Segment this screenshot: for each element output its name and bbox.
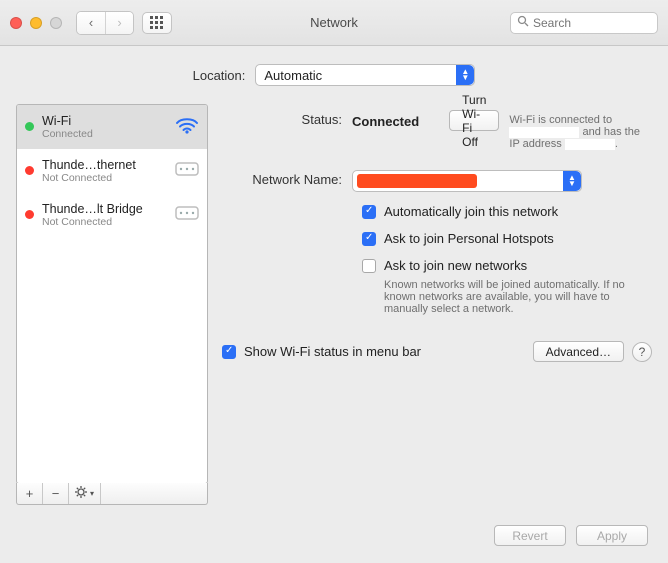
interface-name: Thunde…lt Bridge (42, 202, 167, 216)
minimize-window-button[interactable] (30, 17, 42, 29)
chevron-left-icon: ‹ (89, 15, 93, 30)
personal-hotspots-checkbox[interactable] (362, 232, 376, 246)
network-name-select[interactable]: ▲▼ (352, 170, 582, 192)
select-arrows-icon: ▲▼ (563, 171, 581, 191)
list-footer-spacer (101, 483, 207, 504)
select-arrows-icon: ▲▼ (456, 65, 474, 85)
search-icon (517, 15, 529, 30)
zoom-window-button (50, 17, 62, 29)
redacted-ssid (509, 127, 579, 138)
interface-row-thunderbolt-bridge[interactable]: Thunde…lt Bridge Not Connected (17, 193, 207, 237)
location-value: Automatic (264, 68, 322, 83)
advanced-button[interactable]: Advanced… (533, 341, 624, 362)
status-dot-icon (25, 122, 34, 131)
interface-name: Thunde…thernet (42, 158, 167, 172)
show-menubar-checkbox[interactable] (222, 345, 236, 359)
apply-button[interactable]: Apply (576, 525, 648, 546)
status-value: Connected (352, 112, 419, 129)
grid-icon (150, 16, 164, 30)
nav-back-forward-group: ‹ › (76, 11, 134, 35)
close-window-button[interactable] (10, 17, 22, 29)
redacted-ip (565, 139, 615, 150)
interfaces-list: Wi-Fi Connected (16, 104, 208, 484)
minus-icon: − (52, 486, 60, 501)
remove-interface-button[interactable]: − (43, 483, 69, 504)
help-icon: ? (639, 345, 646, 359)
add-interface-button[interactable]: + (17, 483, 43, 504)
back-button[interactable]: ‹ (77, 12, 105, 34)
auto-join-checkbox[interactable] (362, 205, 376, 219)
location-label: Location: (193, 68, 246, 83)
interface-status: Not Connected (42, 172, 167, 184)
location-select[interactable]: Automatic ▲▼ (255, 64, 475, 86)
status-substatus: Wi-Fi is connected to and has the IP add… (509, 114, 652, 150)
interface-name: Wi-Fi (42, 114, 167, 128)
status-dot-icon (25, 166, 34, 175)
status-label: Status: (222, 110, 352, 150)
auto-join-label: Automatically join this network (384, 204, 558, 219)
network-name-label: Network Name: (222, 170, 352, 192)
new-networks-note: Known networks will be joined automatica… (384, 279, 644, 315)
interface-row-wifi[interactable]: Wi-Fi Connected (17, 105, 207, 149)
interface-status: Connected (42, 128, 167, 140)
turn-wifi-off-button[interactable]: Turn Wi-Fi Off (449, 110, 499, 131)
interface-status: Not Connected (42, 216, 167, 228)
search-field-wrapper[interactable] (510, 12, 658, 34)
interface-actions-menu[interactable]: ▾ (69, 483, 101, 504)
forward-button[interactable]: › (105, 12, 133, 34)
new-networks-label: Ask to join new networks (384, 258, 527, 273)
chevron-down-icon: ▾ (90, 489, 94, 498)
status-dot-icon (25, 210, 34, 219)
new-networks-checkbox[interactable] (362, 259, 376, 273)
plus-icon: + (26, 486, 34, 501)
thunderbolt-net-icon (175, 204, 199, 225)
revert-button[interactable]: Revert (494, 525, 566, 546)
redacted-network-name (357, 174, 477, 188)
show-menubar-label: Show Wi-Fi status in menu bar (244, 344, 421, 359)
help-button[interactable]: ? (632, 342, 652, 362)
wifi-icon (175, 116, 199, 137)
search-input[interactable] (533, 16, 651, 30)
chevron-right-icon: › (117, 15, 121, 30)
show-all-prefs-button[interactable] (142, 12, 172, 34)
interface-row-thunderbolt-ethernet[interactable]: Thunde…thernet Not Connected (17, 149, 207, 193)
gear-icon (75, 486, 87, 501)
personal-hotspots-label: Ask to join Personal Hotspots (384, 231, 554, 246)
thunderbolt-net-icon (175, 160, 199, 181)
